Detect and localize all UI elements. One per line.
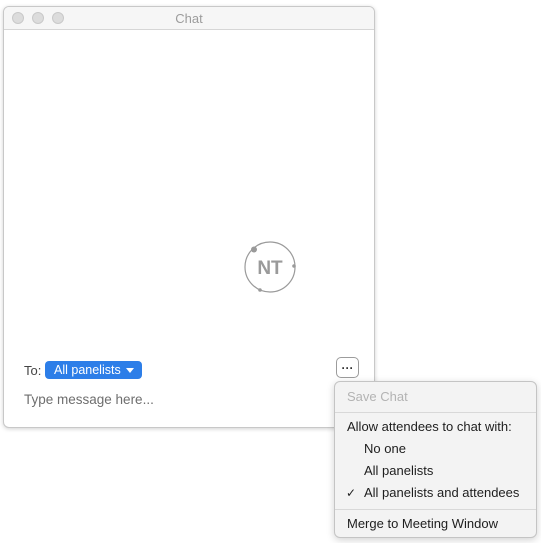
option-label: All panelists [364, 463, 434, 478]
window-title: Chat [175, 11, 203, 26]
option-label: No one [364, 441, 406, 456]
chat-window: Chat NT To: All panelists ··· [3, 6, 375, 428]
watermark-initials: NT [257, 258, 283, 279]
menu-item-no-one[interactable]: No one [335, 439, 536, 459]
allow-header-label: Allow attendees to chat with: [347, 419, 512, 434]
recipient-label: All panelists [54, 363, 121, 377]
menu-separator [335, 412, 536, 413]
more-options-button[interactable]: ··· [336, 357, 359, 378]
nt-watermark-icon: NT [244, 241, 296, 293]
merge-label: Merge to Meeting Window [347, 516, 499, 531]
caret-down-icon [125, 367, 134, 373]
chat-options-menu: Save Chat Allow attendees to chat with: … [334, 381, 537, 538]
checkmark-icon: ✓ [346, 486, 357, 500]
menu-item-all-panelists[interactable]: All panelists [335, 461, 536, 481]
recipient-dropdown[interactable]: All panelists [45, 361, 142, 379]
message-input[interactable] [24, 389, 344, 409]
menu-item-all-panelists-and-attendees[interactable]: ✓ All panelists and attendees [335, 483, 536, 503]
title-bar[interactable]: Chat [4, 7, 374, 30]
to-label: To: [24, 363, 42, 378]
ellipsis-icon: ··· [341, 360, 354, 375]
save-chat-label: Save Chat [347, 389, 408, 404]
menu-item-merge[interactable]: Merge to Meeting Window [335, 514, 536, 534]
option-label: All panelists and attendees [364, 485, 520, 500]
menu-header-allow: Allow attendees to chat with: [335, 417, 536, 437]
menu-separator [335, 509, 536, 510]
menu-item-save-chat: Save Chat [335, 387, 536, 407]
